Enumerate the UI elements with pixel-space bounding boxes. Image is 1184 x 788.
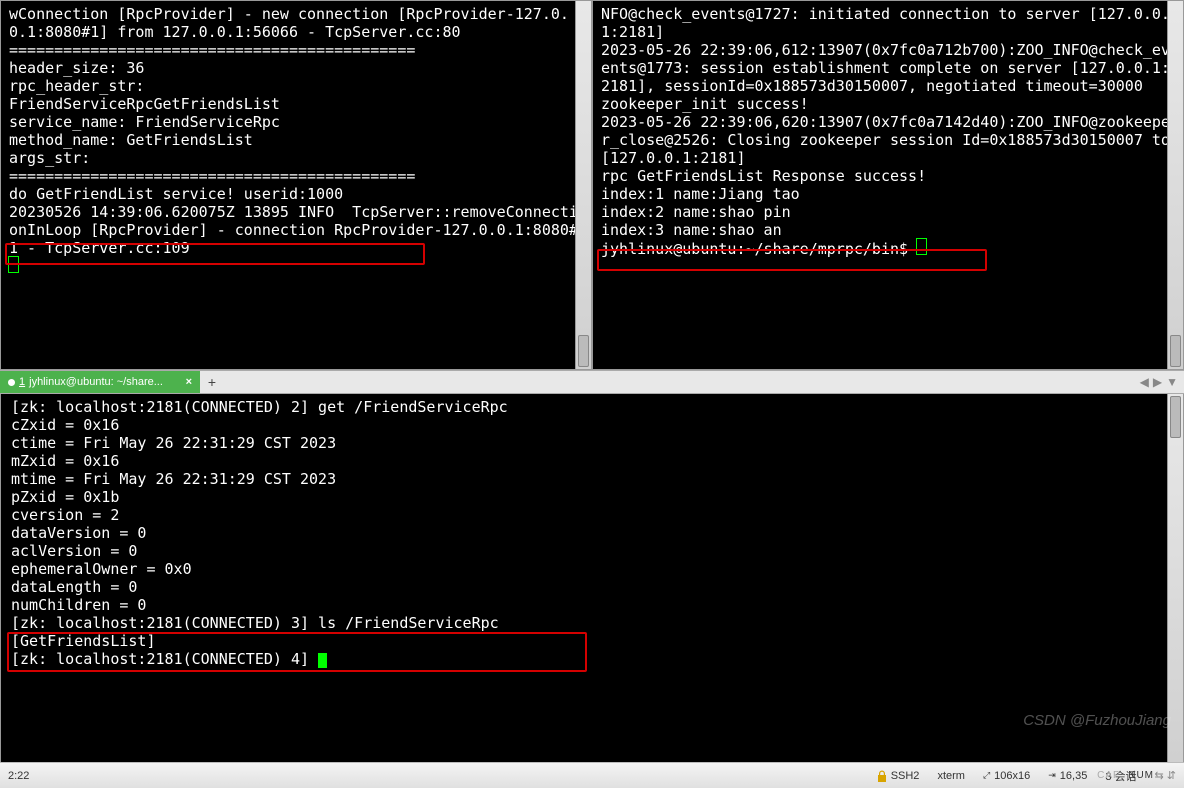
status-ssh: SSH2 (877, 770, 920, 782)
terminal-line: [zk: localhost:2181(CONNECTED) 3] ls /Fr… (11, 614, 1173, 632)
scrollbar-bottom[interactable] (1167, 394, 1183, 762)
terminal-line: index:1 name:Jiang tao (601, 185, 1175, 203)
terminal-line: FriendServiceRpcGetFriendsList (9, 95, 583, 113)
status-arrows[interactable]: ⇆ ⇵ (1155, 769, 1177, 782)
close-tab-icon[interactable]: × (186, 376, 192, 388)
nav-left-icon[interactable]: ◀ (1140, 375, 1149, 389)
terminal-pane-right[interactable]: NFO@check_events@1727: initiated connect… (592, 0, 1184, 370)
terminal-line: ephemeralOwner = 0x0 (11, 560, 1173, 578)
status-selection: ⇥16,35 (1048, 770, 1087, 782)
terminal-line: [GetFriendsList] (11, 632, 1173, 650)
terminal-line: cZxid = 0x16 (11, 416, 1173, 434)
terminal-line: index:2 name:shao pin (601, 203, 1175, 221)
terminal-line: 2023-05-26 22:39:06,612:13907(0x7fc0a712… (601, 41, 1175, 95)
terminal-pane-left[interactable]: wConnection [RpcProvider] - new connecti… (0, 0, 592, 370)
terminal-line: ========================================… (9, 41, 583, 59)
add-tab-button[interactable]: + (200, 371, 224, 393)
tab-active[interactable]: 1 jyhlinux@ubuntu: ~/share... × (0, 371, 200, 393)
status-cap: CAP (1097, 770, 1121, 781)
lock-icon (877, 770, 887, 782)
status-term: xterm (937, 770, 965, 782)
nav-down-icon[interactable]: ▼ (1166, 375, 1178, 389)
terminal-line: zookeeper_init success! (601, 95, 1175, 113)
cursor-icon (9, 257, 18, 272)
cursor-icon (318, 653, 327, 668)
terminal-line: 2023-05-26 22:39:06,620:13907(0x7fc0a714… (601, 113, 1175, 167)
terminal-line: wConnection [RpcProvider] - new connecti… (9, 5, 583, 41)
status-num: NUM (1128, 770, 1154, 781)
status-bar: 2:22 SSH2 xterm ⤢106x16 ⇥16,35 3 会话 ⇆ ⇵ (0, 762, 1184, 788)
status-size: ⤢106x16 (983, 770, 1030, 782)
terminal-line: index:3 name:shao an (601, 221, 1175, 239)
terminal-line: 20230526 14:39:06.620075Z 13895 INFO Tcp… (9, 203, 583, 257)
status-dot-icon (8, 379, 15, 386)
scrollbar-right[interactable] (1167, 1, 1183, 369)
terminal-line: rpc GetFriendsList Response success! (601, 167, 1175, 185)
terminal-line: service_name: FriendServiceRpc (9, 113, 583, 131)
tab-bar: 1 jyhlinux@ubuntu: ~/share... × + ◀ ▶ ▼ (0, 370, 1184, 394)
tab-title: jyhlinux@ubuntu: ~/share... (29, 376, 163, 388)
tab-index: 1 (19, 376, 25, 388)
shell-prompt: jyhlinux@ubuntu:~/share/mprpc/bin$ (601, 240, 917, 258)
terminal-line: aclVersion = 0 (11, 542, 1173, 560)
terminal-line: ========================================… (9, 167, 583, 185)
terminal-line: mZxid = 0x16 (11, 452, 1173, 470)
terminal-line: [zk: localhost:2181(CONNECTED) 4] (11, 650, 1173, 668)
terminal-line: mtime = Fri May 26 22:31:29 CST 2023 (11, 470, 1173, 488)
terminal-line: NFO@check_events@1727: initiated connect… (601, 5, 1175, 41)
terminal-line: [zk: localhost:2181(CONNECTED) 2] get /F… (11, 398, 1173, 416)
terminal-line: rpc_header_str: (9, 77, 583, 95)
watermark: CSDN @FuzhouJiang (1023, 712, 1171, 730)
terminal-line: cversion = 2 (11, 506, 1173, 524)
terminal-line: pZxid = 0x1b (11, 488, 1173, 506)
cursor-icon (917, 239, 926, 254)
terminal-line: ctime = Fri May 26 22:31:29 CST 2023 (11, 434, 1173, 452)
terminal-line: dataVersion = 0 (11, 524, 1173, 542)
status-cursor-pos: 2:22 (8, 770, 29, 782)
terminal-line: args_str: (9, 149, 583, 167)
terminal-line: dataLength = 0 (11, 578, 1173, 596)
terminal-line: do GetFriendList service! userid:1000 (9, 185, 583, 203)
terminal-line: header_size: 36 (9, 59, 583, 77)
terminal-line: method_name: GetFriendsList (9, 131, 583, 149)
scrollbar-left[interactable] (575, 1, 591, 369)
terminal-line: numChildren = 0 (11, 596, 1173, 614)
tab-nav: ◀ ▶ ▼ (1134, 371, 1184, 393)
terminal-pane-bottom[interactable]: [zk: localhost:2181(CONNECTED) 2] get /F… (0, 394, 1184, 762)
nav-right-icon[interactable]: ▶ (1153, 375, 1162, 389)
